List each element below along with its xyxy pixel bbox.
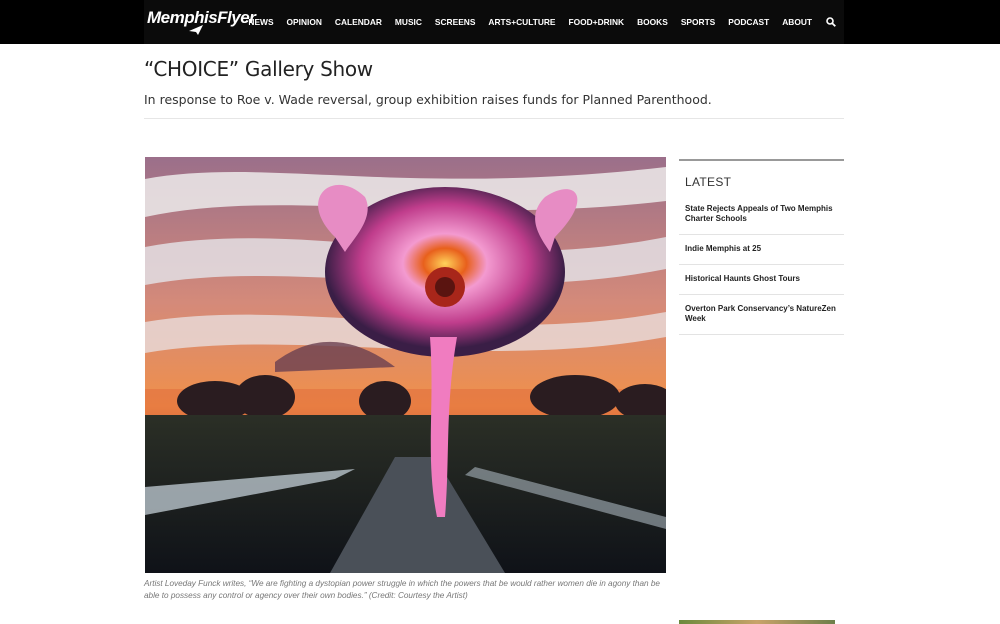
paper-plane-icon xyxy=(189,25,203,35)
latest-item[interactable]: State Rejects Appeals of Two Memphis Cha… xyxy=(679,195,844,235)
nav-music[interactable]: MUSIC xyxy=(395,17,422,27)
nav-food-drink[interactable]: FOOD+DRINK xyxy=(569,17,625,27)
search-icon[interactable] xyxy=(826,17,836,27)
sidebar-thumbnail[interactable] xyxy=(679,620,835,624)
latest-list: State Rejects Appeals of Two Memphis Cha… xyxy=(679,195,844,335)
hero-image[interactable] xyxy=(145,157,666,573)
main-nav: NEWS OPINION CALENDAR MUSIC SCREENS ARTS… xyxy=(235,0,836,44)
article-dek: In response to Roe v. Wade reversal, gro… xyxy=(144,92,712,107)
latest-item[interactable]: Historical Haunts Ghost Tours xyxy=(679,265,844,295)
site-header: MemphisFlyer NEWS OPINION CALENDAR MUSIC… xyxy=(144,0,844,44)
artwork-image xyxy=(145,157,666,573)
sidebar-top-rule xyxy=(679,159,844,161)
latest-item[interactable]: Overton Park Conservancy’s NatureZen Wee… xyxy=(679,295,844,335)
nav-screens[interactable]: SCREENS xyxy=(435,17,476,27)
page-title: “CHOICE” Gallery Show xyxy=(144,57,373,81)
nav-about[interactable]: ABOUT xyxy=(782,17,812,27)
nav-books[interactable]: BOOKS xyxy=(637,17,668,27)
nav-calendar[interactable]: CALENDAR xyxy=(335,17,382,27)
latest-item[interactable]: Indie Memphis at 25 xyxy=(679,235,844,265)
nav-arts-culture[interactable]: ARTS+CULTURE xyxy=(488,17,555,27)
divider xyxy=(144,118,844,119)
image-caption: Artist Loveday Funck writes, “We are fig… xyxy=(144,579,660,600)
nav-news[interactable]: NEWS xyxy=(248,17,273,27)
nav-podcast[interactable]: PODCAST xyxy=(728,17,769,27)
nav-sports[interactable]: SPORTS xyxy=(681,17,715,27)
nav-opinion[interactable]: OPINION xyxy=(287,17,322,27)
latest-sidebar: LATEST State Rejects Appeals of Two Memp… xyxy=(679,159,844,335)
sidebar-heading: LATEST xyxy=(685,175,732,189)
